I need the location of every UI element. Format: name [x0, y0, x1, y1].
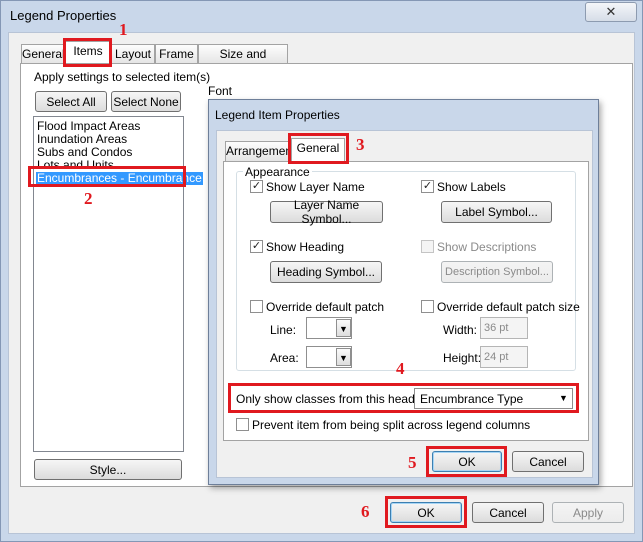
height-field[interactable]: 24 pt — [480, 346, 528, 368]
appearance-label: Appearance — [243, 165, 312, 179]
width-field[interactable]: 36 pt — [480, 317, 528, 339]
tab-layout[interactable]: Layout — [111, 44, 155, 64]
show-labels-label: Show Labels — [437, 180, 506, 194]
apply-settings-label: Apply settings to selected item(s) — [34, 70, 211, 84]
area-label: Area: — [270, 351, 299, 365]
annotation-number-4: 4 — [396, 359, 405, 378]
height-label: Height: — [443, 351, 482, 365]
cancel-button[interactable]: Cancel — [472, 502, 544, 523]
heading-symbol-button[interactable]: Heading Symbol... — [270, 261, 382, 283]
annotation-box-general-tab — [288, 133, 349, 164]
layer-name-symbol-button[interactable]: Layer Name Symbol... — [270, 198, 383, 226]
override-patch-label: Override default patch — [266, 300, 385, 314]
width-label: Width: — [443, 323, 478, 337]
annotation-number-1: 1 — [119, 20, 128, 39]
annotation-number-5: 5 — [408, 453, 417, 472]
override-patch-size-checkbox[interactable] — [421, 300, 434, 313]
annotation-number-6: 6 — [361, 502, 370, 521]
tab-general[interactable]: General — [21, 44, 65, 64]
show-descriptions-label: Show Descriptions — [437, 240, 537, 254]
show-heading-checkbox[interactable]: ✓ — [250, 240, 263, 253]
override-patch-checkbox[interactable] — [250, 300, 263, 313]
tab-size-and-position[interactable]: Size and Position — [198, 44, 288, 80]
chevron-down-icon: ▼ — [336, 348, 351, 366]
item-cancel-button[interactable]: Cancel — [512, 451, 584, 472]
line-patch-dropdown[interactable]: ▼ — [306, 317, 352, 339]
show-layer-name-checkbox[interactable]: ✓ — [250, 180, 263, 193]
font-label: Font — [208, 84, 233, 98]
close-icon: ✕ — [605, 4, 617, 19]
tab-frame[interactable]: Frame — [155, 44, 198, 64]
annotation-box-ok — [385, 496, 467, 528]
style-button[interactable]: Style... — [34, 459, 182, 480]
select-all-button[interactable]: Select All — [35, 91, 107, 112]
override-patch-size-label: Override default patch size — [437, 300, 580, 314]
prevent-split-checkbox[interactable] — [236, 418, 249, 431]
description-symbol-button[interactable]: Description Symbol... — [441, 261, 553, 283]
annotation-number-3: 3 — [356, 135, 365, 154]
annotation-box-selected-item — [28, 166, 186, 187]
show-descriptions-checkbox[interactable] — [421, 240, 434, 253]
prevent-split-label: Prevent item from being split across leg… — [252, 418, 531, 432]
area-patch-dropdown[interactable]: ▼ — [306, 346, 352, 368]
close-button[interactable]: ✕ — [585, 2, 637, 22]
show-labels-checkbox[interactable]: ✓ — [421, 180, 434, 193]
chevron-down-icon: ▼ — [336, 319, 351, 337]
label-symbol-button[interactable]: Label Symbol... — [441, 201, 552, 223]
annotation-box-heading-filter — [228, 383, 579, 413]
annotation-number-2: 2 — [84, 189, 93, 208]
apply-button[interactable]: Apply — [552, 502, 624, 523]
select-none-button[interactable]: Select None — [111, 91, 181, 112]
tab-arrangement[interactable]: Arrangement — [225, 141, 295, 161]
show-layer-name-label: Show Layer Name — [266, 180, 365, 194]
window-title: Legend Properties — [10, 8, 117, 23]
annotation-box-items-tab — [63, 38, 112, 67]
annotation-box-item-ok — [426, 446, 507, 477]
show-heading-label: Show Heading — [266, 240, 345, 254]
line-label: Line: — [270, 323, 297, 337]
dialog-title: Legend Item Properties — [215, 108, 340, 122]
